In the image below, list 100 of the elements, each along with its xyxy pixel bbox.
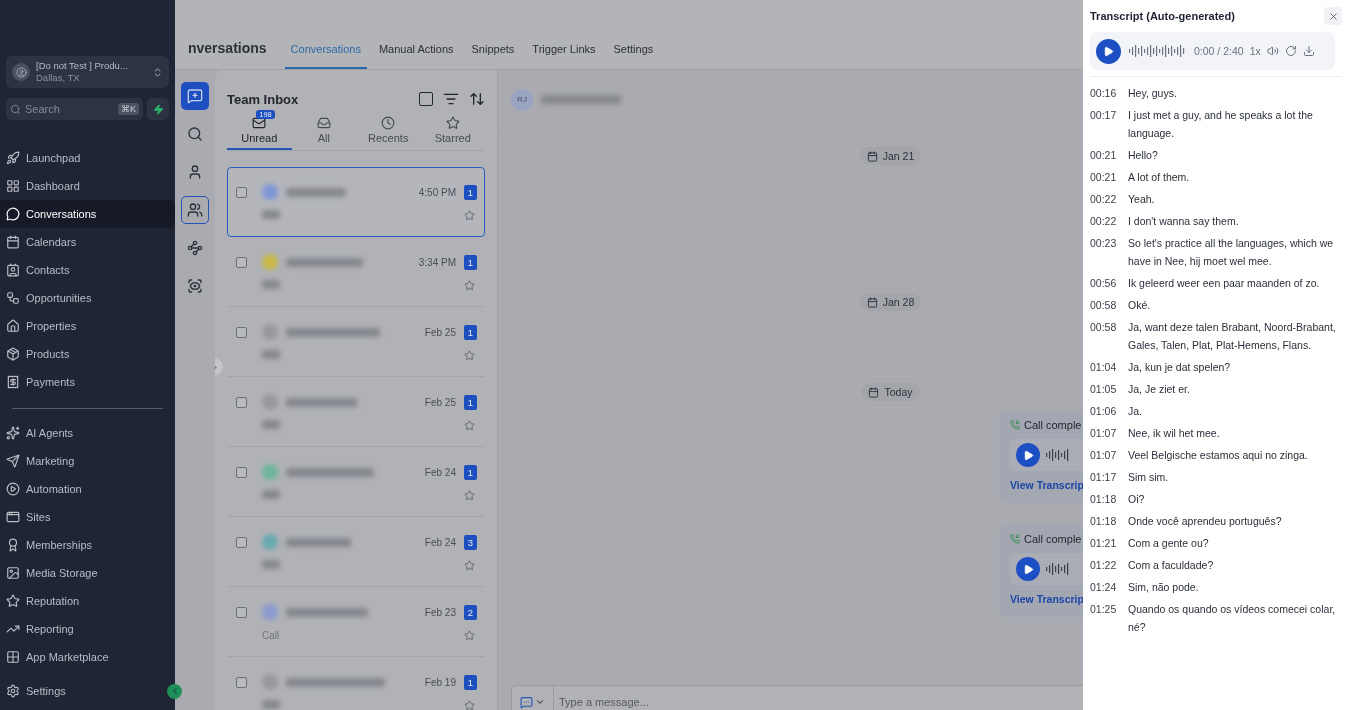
sidebar-item[interactable]: Products xyxy=(0,340,175,368)
unread-count: 1 xyxy=(464,394,477,410)
clock-icon xyxy=(381,116,396,130)
header-tab[interactable]: Manual Actions xyxy=(372,43,460,69)
sidebar-item[interactable]: Settings xyxy=(0,677,72,705)
blurred-name xyxy=(286,397,357,407)
volume-icon[interactable] xyxy=(1266,45,1279,57)
conversation-row[interactable]: 4:50 PM 1 xyxy=(227,167,485,237)
sidebar-item[interactable]: Automation xyxy=(0,475,175,503)
sort-icon[interactable] xyxy=(469,91,485,107)
sidebar-item[interactable]: Conversations xyxy=(0,200,175,228)
star-icon[interactable] xyxy=(464,349,475,361)
timestamp: 01:06 xyxy=(1090,404,1118,419)
row-time: Feb 23 xyxy=(424,606,456,618)
sidebar-item[interactable]: Reputation xyxy=(0,587,175,615)
timestamp: 01:07 xyxy=(1090,448,1118,463)
sidebar-item[interactable]: Memberships xyxy=(0,531,175,559)
rail-button[interactable] xyxy=(181,82,209,110)
header-tab[interactable]: Settings xyxy=(607,43,660,69)
dashboard-icon xyxy=(6,179,20,193)
sidebar-item[interactable]: Sites xyxy=(0,503,175,531)
play-button[interactable] xyxy=(1016,557,1040,581)
row-checkbox[interactable] xyxy=(236,256,247,268)
row-time: Feb 25 xyxy=(424,326,456,338)
transcript-text: Sim sim. xyxy=(1128,470,1170,485)
reload-icon[interactable] xyxy=(1284,45,1297,57)
sidebar-item[interactable]: Media Storage xyxy=(0,559,175,587)
sidebar-item[interactable]: Contacts xyxy=(0,256,175,284)
conversation-row[interactable]: Feb 25 1 xyxy=(227,307,485,377)
sidebar-item[interactable]: AI Agents xyxy=(0,419,175,447)
sidebar-item[interactable]: Properties xyxy=(0,312,175,340)
conversation-row[interactable]: Feb 23 2 Call xyxy=(227,587,485,657)
close-icon xyxy=(1327,10,1339,22)
sparkles-icon xyxy=(6,426,20,440)
playback-speed[interactable]: 1x xyxy=(1249,45,1261,57)
calendar-icon xyxy=(866,150,878,162)
transcript-text: Yeah. xyxy=(1128,192,1156,207)
message-field[interactable]: Type a message... xyxy=(511,685,1083,710)
sidebar-item[interactable]: Dashboard xyxy=(0,172,175,200)
star-icon[interactable] xyxy=(464,489,475,501)
timestamp: 01:05 xyxy=(1090,382,1118,397)
star-icon[interactable] xyxy=(464,559,475,571)
conversation-row[interactable]: Feb 24 1 xyxy=(227,447,485,517)
star-icon[interactable] xyxy=(464,699,475,710)
message-preview: Call xyxy=(262,629,281,641)
play-button[interactable] xyxy=(1016,443,1040,467)
transcript-text: I don't wanna say them. xyxy=(1128,214,1240,229)
row-checkbox[interactable] xyxy=(236,396,247,408)
conversation-row[interactable]: Feb 24 3 xyxy=(227,517,485,587)
sidebar-item[interactable]: Marketing xyxy=(0,447,175,475)
conversation-row[interactable]: Feb 25 1 xyxy=(227,377,485,447)
sidebar-item[interactable]: Calendars xyxy=(0,228,175,256)
sidebar-item[interactable]: Opportunities xyxy=(0,284,175,312)
sidebar-item[interactable]: Reporting xyxy=(0,615,175,643)
quick-action-button[interactable] xyxy=(147,98,169,120)
browser-window-icon xyxy=(6,510,20,524)
account-location: Dallas, TX xyxy=(36,72,81,84)
inbox-filter-tab[interactable]: Recents xyxy=(356,112,421,150)
timestamp: 01:07 xyxy=(1090,426,1118,441)
sidebar-item[interactable]: App Marketplace xyxy=(0,643,175,671)
header-tab[interactable]: Trigger Links xyxy=(526,43,602,69)
star-icon[interactable] xyxy=(464,209,475,221)
row-checkbox[interactable] xyxy=(236,466,247,478)
blurred-name xyxy=(286,537,351,547)
row-checkbox[interactable] xyxy=(236,536,247,548)
account-switcher[interactable]: [Do not Test ] Produ... Dallas, TX xyxy=(6,56,169,88)
users-icon xyxy=(187,202,203,218)
timestamp: 01:22 xyxy=(1090,558,1118,573)
message-input[interactable]: Type a message... xyxy=(554,696,1083,708)
row-time: Feb 24 xyxy=(424,536,456,548)
row-checkbox[interactable] xyxy=(236,326,247,338)
view-transcript-link[interactable]: View Transcrip xyxy=(1010,479,1083,491)
conversation-row[interactable]: 3:34 PM 1 xyxy=(227,237,485,307)
star-icon[interactable] xyxy=(464,629,475,641)
select-all-checkbox[interactable] xyxy=(419,92,433,106)
timestamp: 01:24 xyxy=(1090,580,1118,595)
sidebar-item[interactable]: Launchpad xyxy=(0,144,175,172)
inbox-filter-tab[interactable]: Starred xyxy=(420,112,485,150)
page-title: nversations xyxy=(188,40,267,58)
row-checkbox[interactable] xyxy=(236,186,247,198)
star-icon[interactable] xyxy=(464,279,475,291)
star-icon[interactable] xyxy=(464,419,475,431)
blurred-name xyxy=(286,187,346,197)
row-checkbox[interactable] xyxy=(236,676,247,688)
header-tab[interactable]: Snippets xyxy=(465,43,521,69)
search-field[interactable]: Search ⌘K xyxy=(6,98,143,120)
filter-icon[interactable] xyxy=(443,91,459,107)
inbox-filter-tab[interactable]: All xyxy=(291,112,356,150)
transcript-text: Ja, Je ziet er. xyxy=(1128,382,1191,397)
conversation-row[interactable]: Feb 19 1 xyxy=(227,657,485,710)
collapse-button[interactable] xyxy=(167,683,182,699)
row-checkbox[interactable] xyxy=(236,606,247,618)
sidebar-item[interactable]: Payments xyxy=(0,368,175,396)
view-transcript-link[interactable]: View Transcrip xyxy=(1010,593,1083,605)
close-button[interactable] xyxy=(1324,7,1342,25)
play-button[interactable] xyxy=(1096,38,1121,64)
timestamp: 00:22 xyxy=(1090,192,1118,207)
download-icon[interactable] xyxy=(1302,45,1315,57)
rail-button[interactable] xyxy=(181,196,209,224)
date-chip: Today xyxy=(861,383,920,401)
